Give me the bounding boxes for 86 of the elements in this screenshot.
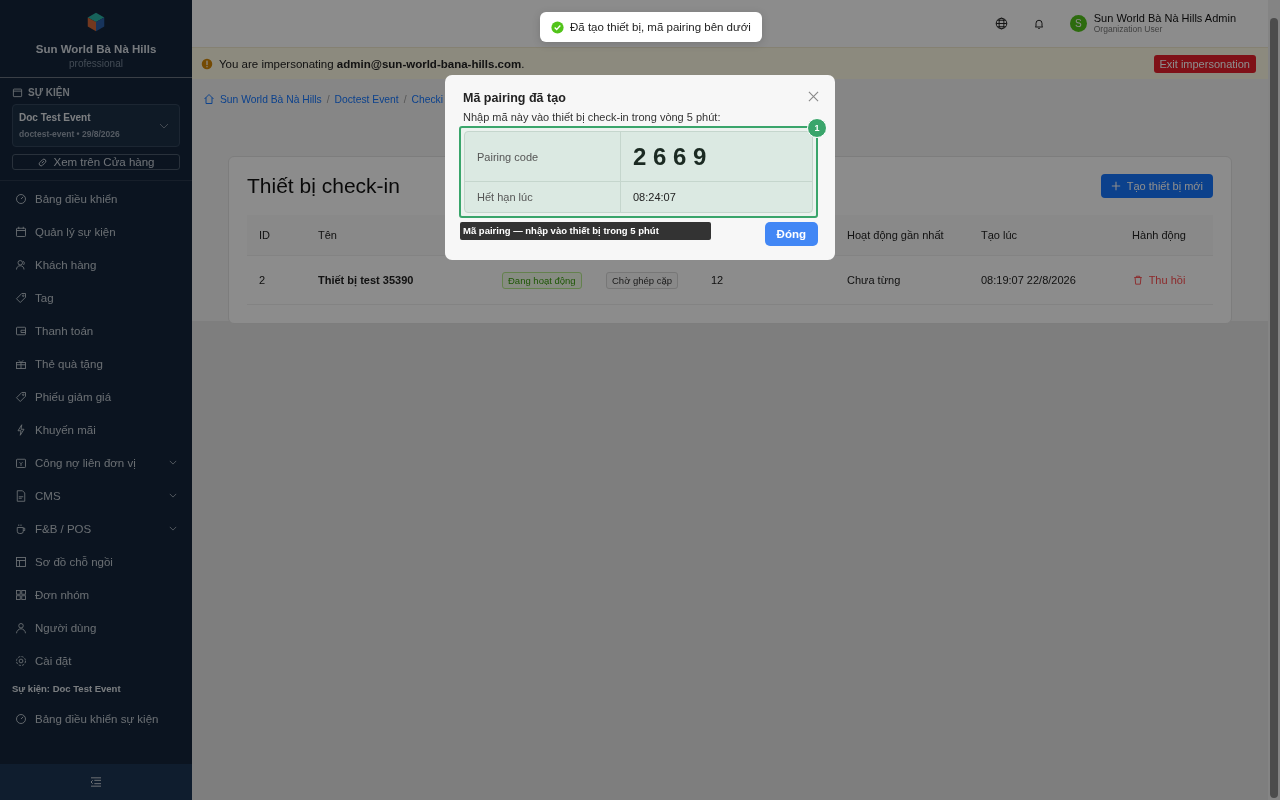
breadcrumb-separator: / [326,93,330,105]
calendar-icon [15,225,27,238]
pairing-code: 2 6 6 9 [632,141,708,172]
link-icon [37,156,49,168]
user-role: Organization User [1093,23,1164,35]
nav-item[interactable]: Bảng điều khiển [0,182,192,215]
nav-item[interactable]: Phiếu giảm giá [0,380,192,413]
nav-item[interactable]: F&B / POS [0,512,192,545]
column-header: ID [259,229,270,241]
table-cell: 2 [259,274,266,286]
field-label: Hết hạn lúc [465,181,621,212]
trash-icon [1132,275,1143,285]
breadcrumb-link[interactable]: Doctest Event [334,93,399,105]
revoke-button[interactable]: Thu hồi [1126,273,1192,287]
impersonation-message: You are impersonating admin@sun-world-bana-hills.com. [219,57,526,70]
nav-item[interactable]: Đơn nhóm [0,578,192,611]
nav-item[interactable]: Cài đặt [0,644,192,677]
section-label: SỰ KIỆN [28,87,70,98]
nav-item[interactable]: Người dùng [0,611,192,644]
user-avatar[interactable]: S [1069,15,1087,32]
column-header: Hành động [1132,229,1186,241]
lightning-icon [15,423,27,436]
grid-icon [15,588,27,601]
nav-item[interactable]: Khách hàng [0,248,192,281]
annotation-number: 1 [807,118,827,138]
toast-message: Đã tạo thiết bị, mã pairing bên dưới [570,21,751,33]
org-name: Sun World Bà Nà Hills [35,43,157,55]
column-header: Tên [318,229,337,241]
calendar-icon [15,456,27,469]
table-cell: 08:19:07 22/8/2026 [981,274,1076,286]
gauge-icon [15,192,27,205]
expiry-time: 08:24:07 [621,181,812,212]
gear-icon [15,654,27,667]
group-title: Sự kiện: Doc Test Event [11,682,122,696]
cube-logo-icon [85,11,107,33]
cup-icon [15,522,27,535]
close-icon[interactable] [808,91,819,102]
status-tag: Đang hoạt động [502,272,582,289]
column-header: Tạo lúc [981,229,1018,241]
column-header: Hoạt động gần nhất [847,229,944,241]
close-button[interactable]: Đóng [764,222,818,246]
gift-icon [15,357,27,370]
user-icon [15,621,27,634]
breadcrumb-separator: / [403,93,407,105]
warning-icon [201,57,213,70]
scrollbar[interactable] [1268,0,1280,800]
wallet-icon [15,324,27,337]
file-icon [15,489,27,502]
chevron-down-icon [159,122,169,129]
breadcrumb-link[interactable]: Sun World Bà Nà Hills [220,93,322,105]
exit-impersonation-button[interactable]: Exit impersonation [1153,54,1256,73]
table-cell: 12 [711,274,724,286]
calendar-icon [12,87,23,98]
nav-item[interactable]: Bảng điều khiển sự kiện [0,702,192,735]
dialog-description: Nhập mã này vào thiết bị check-in trong vòng 5 phút: [463,111,722,124]
globe-icon[interactable] [994,17,1008,30]
nav-item[interactable]: CMS [0,479,192,512]
nav-item[interactable]: Thanh toán [0,314,192,347]
home-icon[interactable] [203,93,215,105]
layout-icon [15,555,27,568]
store-link-button[interactable]: Xem trên Cửa hàng [12,154,180,170]
nav-item[interactable]: Quản lý sự kiện [0,215,192,248]
dialog-title: Mã pairing đã tạo [463,91,566,105]
nav-item[interactable]: Công nợ liên đơn vị [0,446,192,479]
pairing-status-tag: Chờ ghép cặp [606,272,679,289]
collapse-menu-icon[interactable] [90,777,102,787]
annotation-caption: Mã pairing — nhập vào thiết bị trong 5 phút [460,222,711,240]
table-cell: Thiết bị test 35390 [318,274,414,286]
user-name: Sun World Bà Nà Hills Admin [1093,12,1236,24]
tag-icon [15,291,27,304]
nav-item[interactable]: Sơ đồ chỗ ngồi [0,545,192,578]
users-icon [15,258,27,271]
check-circle-icon [551,20,564,34]
table-cell: Chưa từng [847,274,901,286]
nav-item[interactable]: Khuyến mãi [0,413,192,446]
event-picker[interactable]: Doc Test Event doctest-event • 29/8/2026 [12,104,180,147]
nav-item[interactable]: Tag [0,281,192,314]
create-device-button[interactable]: Tạo thiết bị mới [1100,174,1213,198]
field-label: Pairing code [465,132,621,181]
gauge-icon [15,712,27,725]
breadcrumb-link[interactable]: Checki [411,93,443,105]
bell-icon[interactable] [1032,17,1045,30]
nav-item[interactable]: Thẻ quà tặng [0,347,192,380]
plus-icon [1110,181,1121,191]
page-title: Thiết bị check-in [247,174,400,198]
tag-icon [15,390,27,403]
